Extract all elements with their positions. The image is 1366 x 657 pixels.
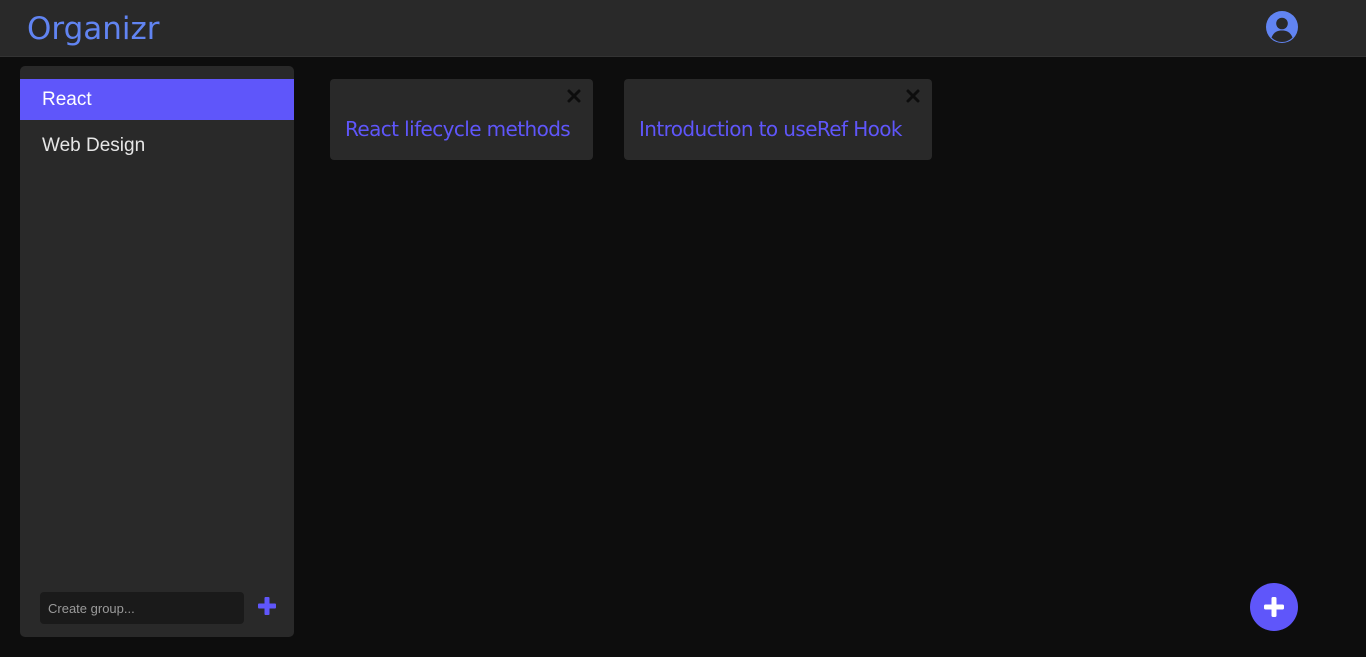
groups-sidebar: React Web Design: [20, 66, 294, 637]
app-logo: Organizr: [27, 11, 160, 47]
group-item-react[interactable]: React: [20, 79, 294, 120]
note-card-title[interactable]: Introduction to useRef Hook: [639, 116, 903, 142]
plus-icon: [258, 597, 276, 615]
group-list: React Web Design: [20, 79, 294, 171]
close-icon[interactable]: [906, 89, 920, 103]
create-group-input[interactable]: [40, 592, 244, 624]
add-note-button[interactable]: [1250, 583, 1298, 631]
note-card[interactable]: Introduction to useRef Hook: [624, 79, 932, 160]
note-card[interactable]: React lifecycle methods: [330, 79, 593, 160]
user-profile-icon[interactable]: [1266, 11, 1298, 43]
plus-icon: [1264, 597, 1284, 617]
app-header: Organizr: [0, 0, 1366, 57]
group-item-web-design[interactable]: Web Design: [20, 125, 294, 166]
note-card-title[interactable]: React lifecycle methods: [345, 116, 571, 142]
close-icon[interactable]: [567, 89, 581, 103]
create-group-add-button[interactable]: [256, 595, 278, 617]
